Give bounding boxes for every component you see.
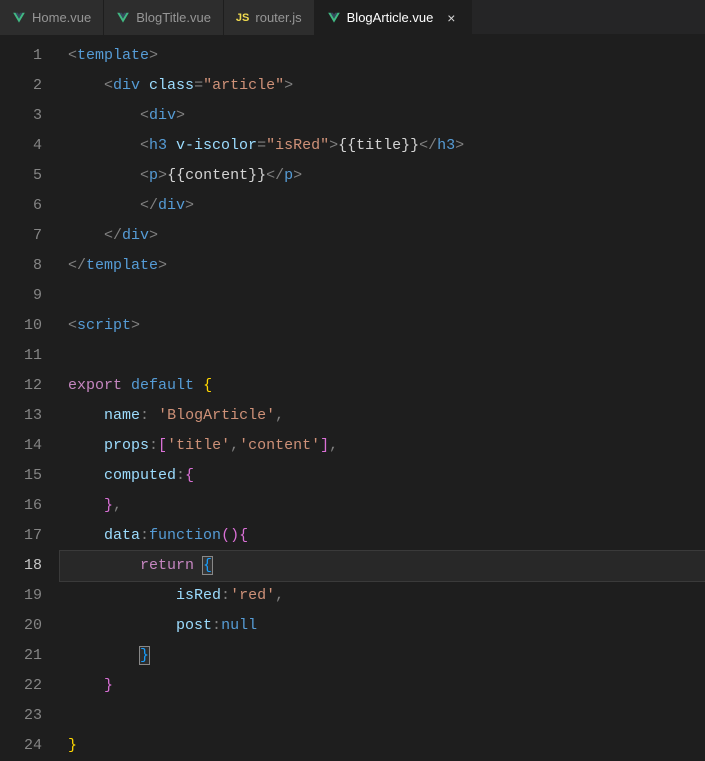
line-number: 23 [0,701,60,731]
code-line: <script> [60,311,705,341]
line-number: 7 [0,221,60,251]
line-number: 12 [0,371,60,401]
tab-bar: Home.vueBlogTitle.vueJSrouter.jsBlogArti… [0,0,705,35]
line-number: 11 [0,341,60,371]
line-number: 3 [0,101,60,131]
code-line: computed:{ [60,461,705,491]
code-line: </div> [60,191,705,221]
code-line: }, [60,491,705,521]
line-number: 16 [0,491,60,521]
tab-label: BlogTitle.vue [136,10,211,25]
code-line: <div class="article"> [60,71,705,101]
tab-label: BlogArticle.vue [347,10,434,25]
line-number: 17 [0,521,60,551]
code-line: } [60,671,705,701]
line-number: 20 [0,611,60,641]
line-number: 6 [0,191,60,221]
editor: 123456789101112131415161718192021222324 … [0,35,705,761]
code-line: </template> [60,251,705,281]
line-number: 15 [0,461,60,491]
tab-label: router.js [255,10,301,25]
code-line: <h3 v-iscolor="isRed">{{title}}</h3> [60,131,705,161]
code-line [60,281,705,311]
line-number: 13 [0,401,60,431]
line-number: 5 [0,161,60,191]
tab-home-vue[interactable]: Home.vue [0,0,104,35]
code-line: </div> [60,221,705,251]
line-number: 1 [0,41,60,71]
tab-blogarticle-vue[interactable]: BlogArticle.vue × [315,0,473,35]
tab-label: Home.vue [32,10,91,25]
code-line: <div> [60,101,705,131]
code-line: name: 'BlogArticle', [60,401,705,431]
tab-blogtitle-vue[interactable]: BlogTitle.vue [104,0,224,35]
close-icon[interactable]: × [443,10,459,26]
gutter: 123456789101112131415161718192021222324 [0,35,60,761]
code-line: } [60,731,705,761]
tab-router-js[interactable]: JSrouter.js [224,0,315,35]
line-number: 14 [0,431,60,461]
code-line: <template> [60,41,705,71]
line-number: 24 [0,731,60,761]
line-number: 2 [0,71,60,101]
code-line: props:['title','content'], [60,431,705,461]
code-line: <p>{{content}}</p> [60,161,705,191]
code-line [60,701,705,731]
code-area[interactable]: <template> <div class="article"> <div> <… [60,35,705,761]
line-number: 22 [0,671,60,701]
line-number: 9 [0,281,60,311]
code-line: } [60,641,705,671]
line-number: 10 [0,311,60,341]
code-line: isRed:'red', [60,581,705,611]
code-line: return { [60,551,705,581]
line-number: 21 [0,641,60,671]
line-number: 8 [0,251,60,281]
code-line: post:null [60,611,705,641]
line-number: 19 [0,581,60,611]
code-line: data:function(){ [60,521,705,551]
line-number: 4 [0,131,60,161]
line-number: 18 [0,551,60,581]
code-line: export default { [60,371,705,401]
code-line [60,341,705,371]
